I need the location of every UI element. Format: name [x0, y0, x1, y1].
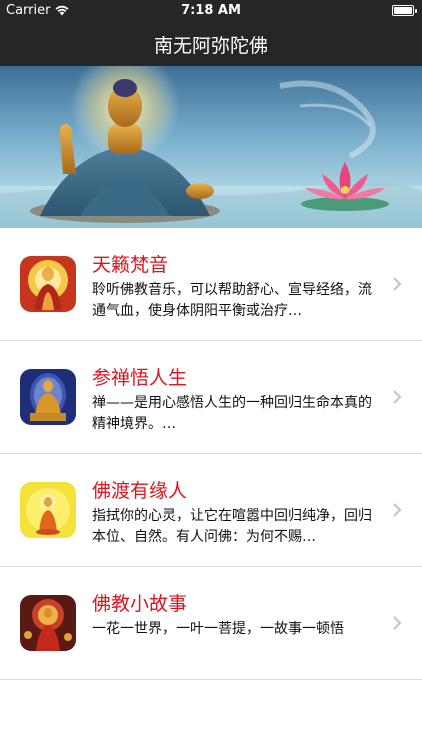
status-bar: Carrier 7:18 AM — [0, 0, 422, 22]
list-item[interactable]: 参禅悟人生 禅——是用心感悟人生的一种回归生命本真的精神境界。… — [0, 341, 422, 454]
buddha-halo-thumb-icon — [20, 482, 76, 538]
list-item[interactable]: 佛教小故事 一花一世界，一叶一菩提，一故事一顿悟 — [0, 567, 422, 680]
battery-icon — [392, 5, 417, 16]
chevron-right-icon — [393, 616, 402, 630]
item-description: 禅——是用心感悟人生的一种回归生命本真的精神境界。… — [92, 395, 372, 432]
buddha-story-thumb-icon — [20, 595, 76, 651]
nav-bar: 南无阿弥陀佛 — [0, 22, 422, 66]
feature-list: 天籁梵音 聆听佛教音乐，可以帮助舒心、宣导经络，流通气血，使身体阴阳平衡或治疗…… — [0, 228, 422, 680]
banner-illustration — [0, 66, 422, 228]
item-title: 参禅悟人生 — [92, 367, 188, 389]
item-description: 聆听佛教音乐，可以帮助舒心、宣导经络，流通气血，使身体阴阳平衡或治疗… — [92, 282, 372, 319]
chevron-right-icon — [393, 503, 402, 517]
buddha-banner-image — [0, 66, 422, 228]
chevron-right-icon — [393, 277, 402, 291]
buddha-thumb-icon — [20, 256, 76, 312]
item-title: 佛渡有缘人 — [92, 480, 188, 502]
item-description: 指拭你的心灵，让它在喧嚣中回归纯净，回归本位、自然。有人问佛：为何不赐… — [92, 508, 372, 545]
golden-buddha-thumb-icon — [20, 369, 76, 425]
page-title: 南无阿弥陀佛 — [153, 34, 268, 57]
chevron-right-icon — [393, 390, 402, 404]
item-title: 天籁梵音 — [92, 254, 169, 276]
list-item[interactable]: 佛渡有缘人 指拭你的心灵，让它在喧嚣中回归纯净，回归本位、自然。有人问佛：为何不… — [0, 454, 422, 567]
item-description: 一花一世界，一叶一菩提，一故事一顿悟 — [92, 621, 344, 637]
item-title: 佛教小故事 — [92, 593, 188, 615]
list-item[interactable]: 天籁梵音 聆听佛教音乐，可以帮助舒心、宣导经络，流通气血，使身体阴阳平衡或治疗… — [0, 228, 422, 341]
clock: 7:18 AM — [181, 3, 241, 18]
